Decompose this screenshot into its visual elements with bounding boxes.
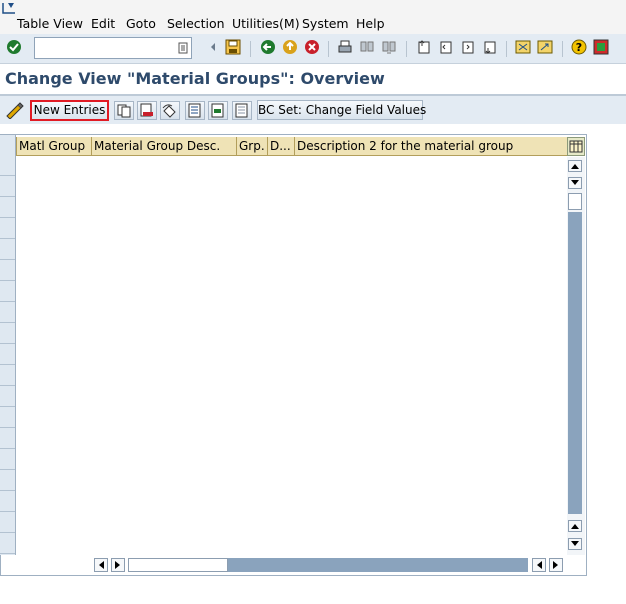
row-selector[interactable] [0, 450, 15, 470]
next-page-icon[interactable] [458, 38, 476, 56]
scroll-up-icon[interactable] [568, 160, 582, 172]
exit-icon[interactable] [281, 38, 299, 56]
collapse-arrow-icon[interactable] [204, 38, 222, 56]
row-selector[interactable] [0, 387, 15, 407]
column-header-d[interactable]: D... [267, 137, 294, 156]
column-header-grp[interactable]: Grp. [236, 137, 267, 156]
system-menu-icon[interactable] [1, 1, 17, 15]
row-selector[interactable] [0, 429, 15, 449]
horizontal-scroll-thumb[interactable] [128, 558, 228, 572]
row-selector[interactable] [0, 282, 15, 302]
toolbar-separator [250, 41, 251, 57]
previous-page-icon[interactable] [436, 38, 454, 56]
save-icon[interactable] [224, 38, 242, 56]
menu-selection[interactable]: Selection [166, 15, 226, 32]
menu-goto[interactable]: Goto [125, 15, 157, 32]
row-selector[interactable] [0, 219, 15, 239]
help-icon[interactable]: ? [570, 38, 588, 56]
menu-table-view[interactable]: Table View [16, 15, 84, 32]
row-selector[interactable] [0, 513, 15, 533]
find-next-icon[interactable] [380, 38, 398, 56]
row-selector[interactable] [0, 177, 15, 197]
menu-edit[interactable]: Edit [90, 15, 116, 32]
scroll-down-icon[interactable] [568, 538, 582, 550]
toolbar-separator [562, 41, 563, 57]
new-entries-button[interactable]: New Entries [30, 100, 109, 121]
customize-layout-icon[interactable] [592, 38, 610, 56]
command-history-icon[interactable] [178, 42, 188, 54]
bc-set-change-field-values-button[interactable]: BC Set: Change Field Values [257, 100, 426, 120]
scroll-first-column-icon[interactable] [94, 558, 108, 572]
column-header-matl-group[interactable]: Matl Group [16, 137, 91, 156]
enter-check-icon[interactable] [5, 38, 23, 56]
scroll-page-up-icon[interactable] [568, 520, 582, 532]
first-page-icon[interactable] [414, 38, 432, 56]
column-header-description-2[interactable]: Description 2 for the material group [294, 137, 567, 156]
deselect-all-icon[interactable] [232, 101, 252, 120]
table-settings-icon[interactable] [567, 137, 585, 156]
toolbar-separator [328, 41, 329, 57]
undo-change-icon[interactable] [160, 101, 180, 120]
page-title: Change View "Material Groups": Overview [5, 69, 385, 88]
row-selector[interactable] [0, 471, 15, 491]
scroll-last-column-icon[interactable] [549, 558, 563, 572]
scroll-left-icon[interactable] [111, 558, 125, 572]
command-input[interactable] [37, 40, 167, 56]
cancel-icon[interactable] [303, 38, 321, 56]
row-selector[interactable] [0, 408, 15, 428]
svg-text:?: ? [576, 41, 582, 54]
row-selector[interactable] [0, 366, 15, 386]
shortcut-icon[interactable] [536, 38, 554, 56]
table-control [0, 134, 587, 576]
row-selector[interactable] [0, 324, 15, 344]
select-all-icon[interactable] [185, 101, 205, 120]
toolbar-separator [506, 41, 507, 57]
scroll-right-icon[interactable] [532, 558, 546, 572]
menu-system[interactable]: System [301, 15, 350, 32]
print-icon[interactable] [336, 38, 354, 56]
toolbar-separator [406, 41, 407, 57]
last-page-icon[interactable] [480, 38, 498, 56]
row-selector[interactable] [0, 534, 15, 554]
select-block-icon[interactable] [208, 101, 228, 120]
row-selector[interactable] [0, 240, 15, 260]
vertical-scroll-thumb[interactable] [568, 193, 582, 210]
menu-help[interactable]: Help [355, 15, 386, 32]
copy-as-icon[interactable] [114, 101, 134, 120]
command-field[interactable] [34, 37, 192, 59]
row-selector[interactable] [0, 303, 15, 323]
back-icon[interactable] [259, 38, 277, 56]
menu-utilities[interactable]: Utilities(M) [231, 15, 301, 32]
scroll-page-down-icon[interactable] [568, 177, 582, 189]
row-selector[interactable] [0, 261, 15, 281]
find-icon[interactable] [358, 38, 376, 56]
row-selector[interactable] [0, 198, 15, 218]
delete-icon[interactable] [137, 101, 157, 120]
vertical-scroll-track[interactable] [568, 212, 582, 514]
column-header-material-group-desc[interactable]: Material Group Desc. [91, 137, 236, 156]
row-selector[interactable] [0, 345, 15, 365]
row-selector[interactable] [0, 156, 15, 176]
row-selector[interactable] [0, 492, 15, 512]
display-change-icon[interactable] [5, 101, 25, 120]
create-session-icon[interactable] [514, 38, 532, 56]
